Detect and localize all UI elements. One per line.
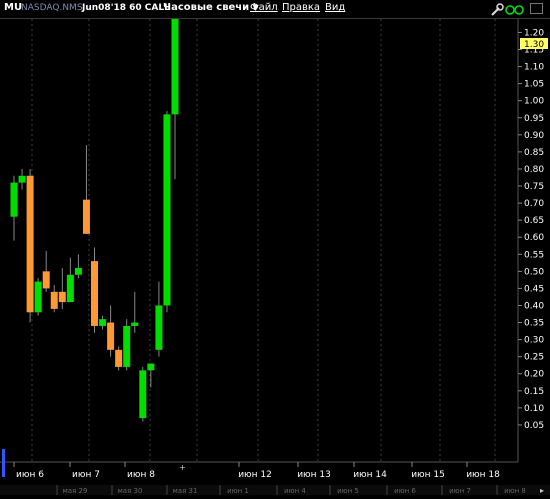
price-tick-label: 0.80: [524, 165, 544, 175]
overview-label: мая 30: [118, 487, 143, 495]
timeframe-dropdown[interactable]: Часовые свечи ▼: [163, 2, 259, 13]
price-tick-label: 0.60: [524, 233, 544, 243]
price-tick-label: 0.90: [524, 131, 544, 141]
candle-body[interactable]: [155, 305, 163, 350]
candle-body[interactable]: [58, 291, 66, 303]
price-tick-label: 0.30: [524, 336, 544, 346]
time-axis-label: июн 8: [127, 470, 155, 480]
price-tick-label: 0.65: [524, 216, 544, 226]
candle-body[interactable]: [18, 175, 26, 183]
candle-body[interactable]: [107, 322, 115, 350]
candle-body[interactable]: [131, 322, 139, 326]
candle-body[interactable]: [147, 363, 155, 371]
time-axis-label: июн 15: [411, 470, 445, 480]
candle-body[interactable]: [139, 370, 147, 419]
time-axis-label: июн 14: [353, 470, 387, 480]
candle-body[interactable]: [82, 199, 90, 234]
time-axis-label: июн 7: [72, 470, 100, 480]
price-tick-label: 1.10: [524, 63, 544, 73]
window-outline: [530, 3, 543, 14]
candle-body[interactable]: [91, 261, 98, 326]
price-tick-label: 0.10: [524, 404, 544, 414]
overview-label: июн 8: [504, 487, 526, 495]
candle-body[interactable]: [42, 271, 50, 289]
candle-body[interactable]: [34, 281, 42, 313]
wrench-icon[interactable]: [489, 3, 505, 17]
contract-label[interactable]: Jun08'18 60 CALL: [82, 3, 170, 13]
price-tick-label: 0.25: [524, 353, 544, 363]
link-icon[interactable]: [505, 4, 525, 16]
overview-label: июн 1: [227, 487, 249, 495]
candle-body[interactable]: [50, 291, 58, 309]
candle-body[interactable]: [26, 175, 34, 313]
last-price-label: 1.30: [524, 40, 544, 50]
price-tick-label: 1.05: [524, 80, 544, 90]
scrollbar-left-handle[interactable]: [2, 449, 5, 477]
overview-label: мая 29: [63, 487, 88, 495]
overview-label: июн 6: [394, 487, 416, 495]
time-axis-label: июн 12: [238, 470, 272, 480]
price-tick-label: 0.45: [524, 284, 544, 294]
price-tick-label: 0.40: [524, 301, 544, 311]
price-tick-label: 1.25: [524, 19, 544, 21]
candle-body[interactable]: [171, 0, 179, 115]
candlestick-chart[interactable]: 1.351.251.201.151.101.051.000.950.900.85…: [0, 0, 550, 495]
time-axis-label: июн 18: [466, 470, 500, 480]
overview-label: июн 7: [449, 487, 471, 495]
candle-body[interactable]: [123, 325, 131, 367]
timeframe-label: Часовые свечи: [163, 2, 250, 13]
candle-body[interactable]: [115, 349, 123, 367]
chart-area[interactable]: 1.351.251.201.151.101.051.000.950.900.85…: [0, 0, 550, 495]
menu-file[interactable]: Файл: [250, 2, 278, 13]
window-titlebar: MU NASDAQ.NMS Jun08'18 60 CALL Часовые с…: [0, 0, 550, 19]
candle-body[interactable]: [163, 114, 171, 306]
menu-view[interactable]: Вид: [325, 2, 345, 13]
price-tick-label: 0.75: [524, 182, 544, 192]
price-tick-label: 0.70: [524, 199, 544, 209]
candle-body[interactable]: [74, 267, 82, 275]
price-tick-label: 0.20: [524, 370, 544, 380]
symbol-label[interactable]: MU: [4, 2, 22, 13]
overview-arrow-icon[interactable]: +: [179, 463, 186, 472]
time-axis-label: июн 6: [16, 470, 44, 480]
price-tick-label: 0.95: [524, 114, 544, 124]
scroll-right-icon[interactable]: ▸: [540, 486, 544, 495]
price-tick-label: 1.20: [524, 28, 544, 38]
time-axis-label: июн 13: [297, 470, 331, 480]
exchange-label: NASDAQ.NMS: [21, 3, 83, 13]
overview-label: июн 5: [337, 487, 359, 495]
price-tick-label: 0.35: [524, 319, 544, 329]
overview-label: июн 4: [284, 487, 306, 495]
candle-body[interactable]: [99, 319, 107, 326]
price-tick-label: 0.05: [524, 421, 544, 431]
candle-body[interactable]: [10, 182, 18, 217]
candle-body[interactable]: [66, 274, 74, 303]
overview-label: мая 31: [173, 487, 198, 495]
price-tick-label: 0.55: [524, 250, 544, 260]
menu-edit[interactable]: Правка: [282, 2, 320, 13]
price-tick-label: 0.85: [524, 148, 544, 158]
price-tick-label: 0.50: [524, 267, 544, 277]
price-tick-label: 1.00: [524, 97, 544, 107]
price-tick-label: 0.15: [524, 387, 544, 397]
